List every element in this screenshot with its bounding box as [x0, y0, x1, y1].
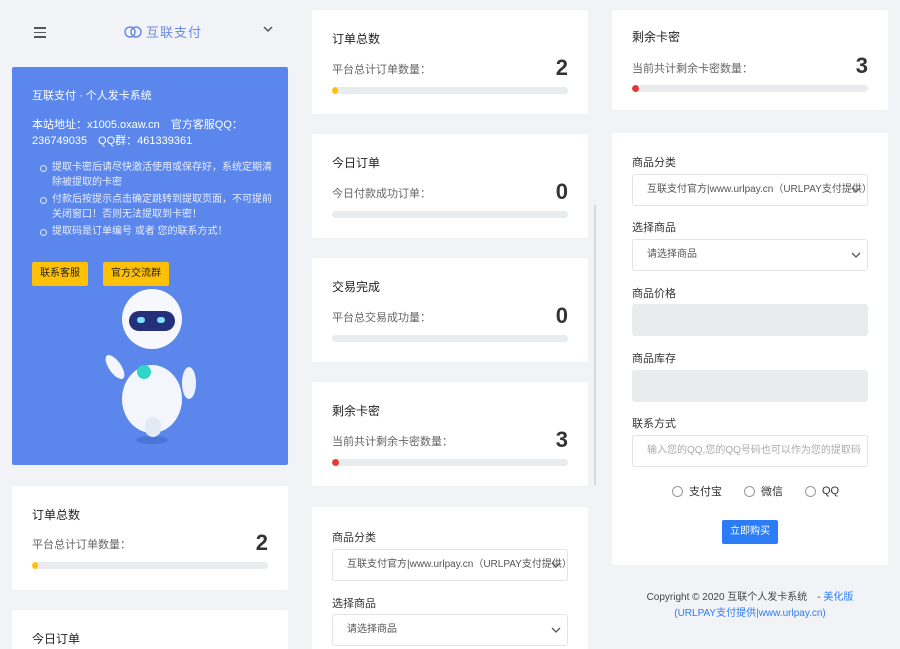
progress-fill — [632, 85, 640, 92]
pay-option-label: QQ — [822, 485, 840, 497]
product-select[interactable]: 请选择商品 — [632, 239, 868, 271]
card-title: 交易完成 — [332, 280, 381, 294]
pay-option-alipay[interactable]: 支付宝 — [672, 483, 722, 499]
product-label: 选择商品 — [332, 598, 376, 610]
copyright-text: Copyright © 2020 互联个人发卡系统 - — [646, 592, 821, 603]
card-title: 剩余卡密 — [332, 404, 381, 418]
logo-icon — [124, 25, 142, 38]
cards-left-card: 剩余卡密 当前共计剩余卡密数量： 3 — [612, 10, 888, 110]
contact-service-button[interactable]: 联系客服 — [32, 262, 88, 286]
chevron-down-icon — [551, 627, 561, 633]
card-value: 2 — [255, 530, 268, 555]
product-select-value: 请选择商品 — [347, 624, 397, 635]
card-subtitle: 平台总计订单数量： — [32, 539, 131, 551]
chevron-down-icon — [551, 562, 561, 568]
card-subtitle: 今日付款成功订单： — [332, 188, 431, 200]
card-title: 订单总数 — [332, 32, 381, 46]
progress-fill — [332, 87, 338, 94]
card-value: 2 — [555, 55, 568, 80]
scrollbar[interactable] — [594, 205, 596, 485]
footer: Copyright © 2020 互联个人发卡系统 - 美化版 (URLPAY支… — [612, 590, 888, 622]
card-subtitle: 平台总交易成功量： — [332, 312, 431, 324]
category-label: 商品分类 — [332, 532, 376, 544]
provider-link[interactable]: (URLPAY支付提供|www.urlpay.cn) — [674, 608, 826, 619]
orders-total-card: 订单总数 平台总计订单数量： 2 — [12, 486, 288, 590]
menu-icon[interactable] — [34, 27, 46, 38]
pay-option-wechat[interactable]: 微信 — [744, 483, 783, 499]
trades-done-card: 交易完成 平台总交易成功量： 0 — [312, 258, 588, 362]
product-label: 选择商品 — [632, 222, 676, 234]
info-site-line: 本站地址：x1005.oxaw.cn 官方客服QQ：236749035 QQ群：… — [32, 119, 243, 147]
progress-bar — [332, 335, 568, 342]
info-note: 提取卡密后请尽快激活使用或保存好，系统定期清除被提取的卡密 — [40, 160, 272, 190]
radio-icon — [805, 485, 816, 497]
chevron-down-icon[interactable] — [263, 24, 273, 34]
stock-field — [632, 370, 868, 402]
contact-input-placeholder: 输入您的QQ,您的QQ号码也可以作为您的提取码 — [647, 445, 861, 456]
card-value: 0 — [555, 179, 568, 204]
progress-bar — [632, 85, 868, 92]
card-title: 订单总数 — [32, 508, 81, 522]
order-form-partial: 商品分类 互联支付官方|www.urlpay.cn（URLPAY支付提供） 选择… — [312, 507, 588, 649]
logo[interactable]: 互联支付 — [124, 22, 202, 41]
product-select[interactable]: 请选择商品 — [332, 614, 568, 646]
card-value: 3 — [855, 53, 868, 78]
card-subtitle: 当前共计剩余卡密数量： — [632, 63, 753, 75]
orders-today-card: 今日订单 今日付款成功订单： 0 — [312, 134, 588, 238]
logo-text: 互联支付 — [146, 25, 203, 40]
pay-option-label: 支付宝 — [689, 486, 722, 498]
contact-input[interactable]: 输入您的QQ,您的QQ号码也可以作为您的提取码 — [632, 435, 868, 467]
card-subtitle: 平台总计订单数量： — [332, 64, 431, 76]
buy-now-button[interactable]: 立即购买 — [722, 520, 778, 544]
category-label: 商品分类 — [632, 157, 676, 169]
category-select[interactable]: 互联支付官方|www.urlpay.cn（URLPAY支付提供） — [332, 549, 568, 581]
card-value: 3 — [555, 427, 568, 452]
orders-total-card: 订单总数 平台总计订单数量： 2 — [312, 10, 588, 114]
category-select-value: 互联支付官方|www.urlpay.cn（URLPAY支付提供） — [347, 559, 568, 570]
robot-illustration — [105, 289, 196, 444]
progress-fill — [332, 459, 340, 466]
card-value: 0 — [555, 303, 568, 328]
card-title: 今日订单 — [32, 632, 81, 646]
radio-icon — [744, 485, 755, 497]
progress-bar — [332, 211, 568, 218]
price-label: 商品价格 — [632, 288, 676, 300]
pay-option-qq[interactable]: QQ — [805, 483, 839, 499]
progress-bar — [332, 87, 568, 94]
info-panel: 互联支付 · 个人发卡系统 本站地址：x1005.oxaw.cn 官方客服QQ：… — [12, 67, 288, 465]
info-note: 提取码是订单编号 或者 您的联系方式！ — [40, 224, 272, 239]
radio-icon — [672, 485, 683, 497]
card-subtitle: 当前共计剩余卡密数量： — [332, 436, 453, 448]
orders-today-card-partial: 今日订单 — [12, 610, 288, 649]
info-notes: 提取卡密后请尽快激活使用或保存好，系统定期清除被提取的卡密 付款后按提示点击确定… — [40, 160, 272, 241]
card-title: 今日订单 — [332, 156, 381, 170]
progress-fill — [32, 562, 38, 569]
chevron-down-icon — [851, 252, 861, 258]
beautified-link[interactable]: 美化版 — [823, 592, 853, 603]
chevron-down-icon — [851, 187, 861, 193]
category-select[interactable]: 互联支付官方|www.urlpay.cn（URLPAY支付提供） — [632, 174, 868, 206]
progress-bar — [32, 562, 268, 569]
payment-options: 支付宝 微信 QQ — [672, 483, 847, 499]
top-bar: 互联支付 — [12, 0, 288, 64]
category-select-value: 互联支付官方|www.urlpay.cn（URLPAY支付提供） — [647, 184, 868, 195]
info-title: 互联支付 · 个人发卡系统 — [32, 90, 152, 102]
official-group-button[interactable]: 官方交流群 — [103, 262, 169, 286]
info-note: 付款后按提示点击确定跳转到提取页面，不可提前关闭窗口！否则无法提取到卡密！ — [40, 192, 272, 222]
price-field — [632, 304, 868, 336]
progress-bar — [332, 459, 568, 466]
order-form: 商品分类 互联支付官方|www.urlpay.cn（URLPAY支付提供） 选择… — [612, 133, 888, 565]
stock-label: 商品库存 — [632, 353, 676, 365]
pay-option-label: 微信 — [761, 486, 783, 498]
card-title: 剩余卡密 — [632, 30, 681, 44]
contact-label: 联系方式 — [632, 418, 676, 430]
product-select-value: 请选择商品 — [647, 249, 697, 260]
cards-left-card: 剩余卡密 当前共计剩余卡密数量： 3 — [312, 382, 588, 486]
